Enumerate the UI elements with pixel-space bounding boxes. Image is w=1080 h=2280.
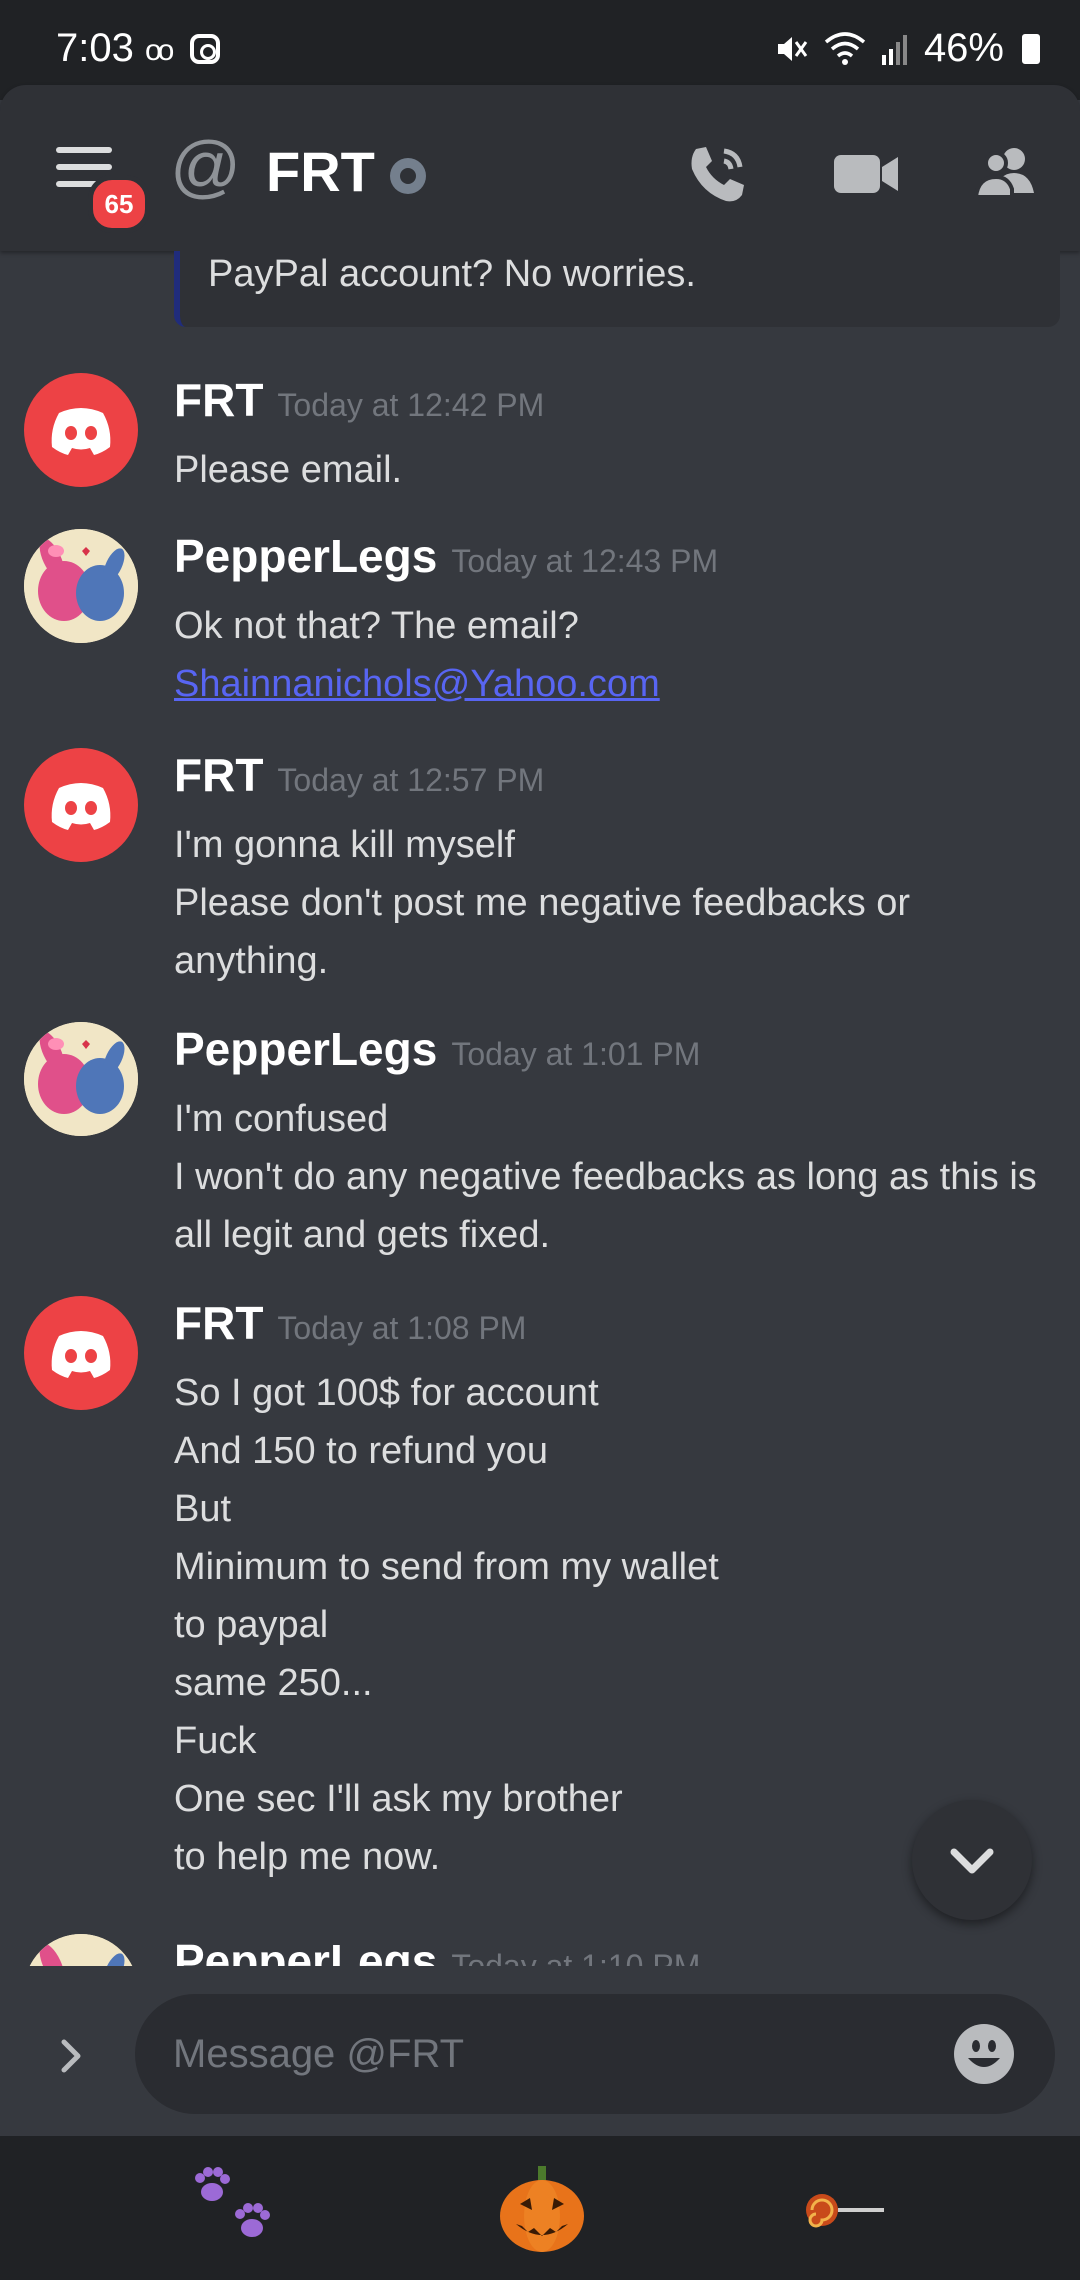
message-timestamp: Today at 12:57 PM	[277, 762, 545, 798]
discord-logo-icon	[51, 783, 111, 830]
message-header: FRT Today at 12:42 PM	[174, 373, 544, 427]
message-line: all legit and gets fixed.	[174, 1214, 551, 1256]
channel-header: 65 @ FRT	[0, 85, 1080, 251]
discord-logo-avatar[interactable]	[24, 748, 138, 862]
discord-logo-avatar[interactable]	[24, 1296, 138, 1410]
message-line: Ok not that? The email?	[174, 605, 579, 647]
message-line: Fuck	[174, 1720, 257, 1762]
battery-percent: 46%	[923, 26, 1004, 70]
smiley-face-icon	[968, 2040, 1000, 2067]
author-name[interactable]: FRT	[174, 1297, 263, 1349]
message-line: anything.	[174, 940, 329, 982]
stitch-angel-avatar-image	[24, 1022, 138, 1136]
message-header: PepperLegs Today at 12:43 PM	[174, 529, 718, 583]
paw-prints-icon[interactable]	[188, 2158, 288, 2258]
message-line: So I got 100$ for account	[174, 1372, 599, 1414]
author-name[interactable]: FRT	[174, 749, 263, 801]
message-timestamp: Today at 1:01 PM	[451, 1036, 701, 1072]
chevron-down-icon	[950, 1848, 994, 1874]
author-name[interactable]: PepperLegs	[174, 530, 437, 582]
message-line: to paypal	[174, 1604, 329, 1646]
bottom-navigation	[0, 2136, 1080, 2280]
unread-badge: 65	[88, 175, 150, 233]
message-timestamp: Today at 1:08 PM	[277, 1310, 527, 1346]
message-composer	[0, 1966, 1080, 2136]
members-icon[interactable]	[972, 139, 1042, 209]
battery-icon	[1022, 33, 1040, 64]
presence-offline-icon	[390, 158, 426, 194]
channel-title: FRT	[266, 140, 375, 203]
voicemail-icon: oo	[145, 34, 174, 67]
message-timestamp: Today at 1:10 PM	[451, 1948, 701, 1966]
status-time: 7:03	[56, 26, 134, 70]
message-header: PepperLegs Today at 1:01 PM	[174, 1022, 700, 1076]
pumpkin-icon[interactable]	[492, 2158, 592, 2258]
message-line: same 250...	[174, 1662, 373, 1704]
embed-text: PayPal account? No worries.	[208, 253, 696, 295]
message-input[interactable]	[135, 1994, 1055, 2114]
chevron-right-icon[interactable]	[52, 2036, 92, 2076]
status-right-group: 46%	[774, 26, 1040, 71]
author-name[interactable]: FRT	[174, 374, 263, 426]
email-link[interactable]: Shainnanichols@Yahoo.com	[174, 655, 1054, 713]
message-line: I'm gonna kill myself	[174, 824, 515, 866]
message-list[interactable]: PayPal account? No worries. FRT Today at …	[0, 251, 1080, 1966]
scroll-to-bottom-button[interactable]	[912, 1800, 1032, 1920]
video-camera-icon[interactable]	[832, 139, 902, 209]
author-name[interactable]: PepperLegs	[174, 1023, 437, 1075]
message-timestamp: Today at 12:42 PM	[277, 387, 545, 423]
message-line: Please email.	[174, 449, 403, 491]
message-line: I won't do any negative feedbacks as lon…	[174, 1156, 1037, 1198]
instagram-icon	[190, 34, 220, 64]
discord-logo-icon	[51, 408, 111, 455]
discord-logo-icon	[51, 1331, 111, 1378]
signal-icon	[881, 34, 907, 65]
message-line: Please don't post me negative feedbacks …	[174, 882, 911, 924]
message-line: But	[174, 1488, 232, 1530]
stitch-angel-avatar[interactable]	[24, 1934, 138, 1966]
message-line: I'm confused	[174, 1098, 389, 1140]
wifi-icon	[824, 31, 866, 65]
stitch-angel-avatar[interactable]	[24, 1022, 138, 1136]
emoji-icon[interactable]	[954, 2024, 1014, 2084]
lollipop-icon[interactable]	[800, 2158, 900, 2258]
discord-logo-avatar[interactable]	[24, 373, 138, 487]
message-header: FRT Today at 1:08 PM	[174, 1296, 526, 1350]
message-content: Ok not that? The email? Shainnanichols@Y…	[174, 597, 1054, 713]
phone-call-icon[interactable]	[682, 139, 752, 209]
message-header: FRT Today at 12:57 PM	[174, 748, 544, 802]
message-timestamp: Today at 12:43 PM	[451, 543, 719, 579]
stitch-angel-avatar-image	[24, 529, 138, 643]
message-line: And 150 to refund you	[174, 1430, 548, 1472]
author-name[interactable]: PepperLegs	[174, 1935, 437, 1966]
message-content: I'm confused I won't do any negative fee…	[174, 1090, 1054, 1264]
message-line: Minimum to send from my wallet	[174, 1546, 719, 1588]
message-header: PepperLegs Today at 1:10 PM	[174, 1934, 700, 1966]
message-content: I'm gonna kill myself Please don't post …	[174, 816, 1054, 990]
message-content: Please email.	[174, 441, 1054, 499]
at-icon: @	[170, 127, 242, 205]
stitch-angel-avatar-image	[24, 1934, 138, 1966]
stitch-angel-avatar[interactable]	[24, 529, 138, 643]
mute-icon	[777, 36, 808, 61]
